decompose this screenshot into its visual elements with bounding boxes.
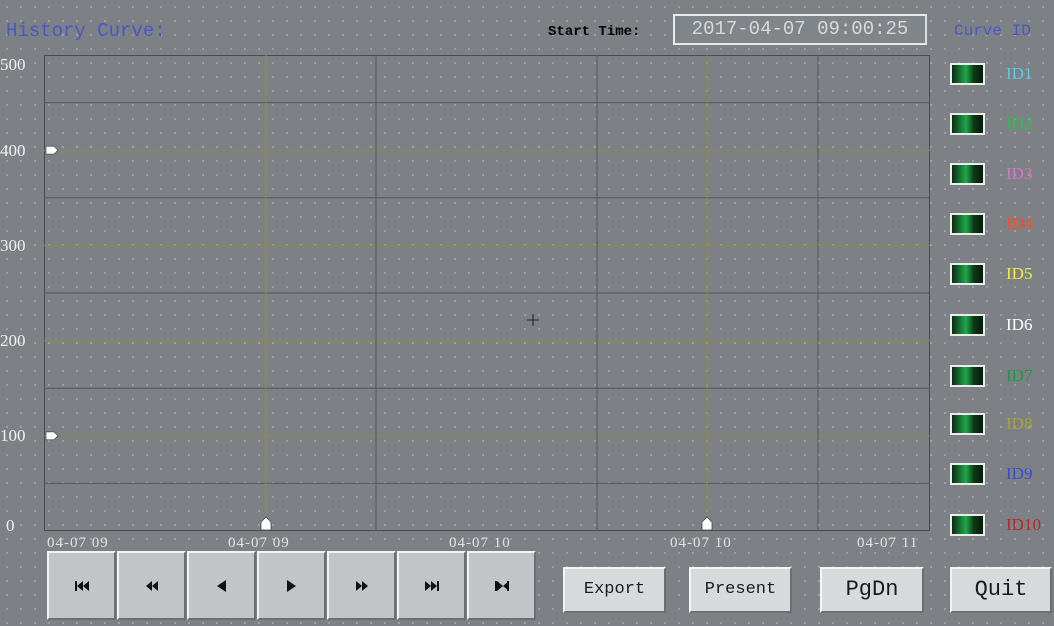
fast-forward-icon <box>355 580 368 591</box>
x-tick-label: 04-07 09 <box>228 535 290 551</box>
x-tick-label: 04-07 09 <box>47 535 109 551</box>
fast-forward-button[interactable] <box>327 551 396 620</box>
x-tick-label: 04-07 10 <box>670 535 732 551</box>
legend-label: ID9 <box>1006 464 1033 483</box>
legend-swatch <box>950 413 985 435</box>
legend-item[interactable]: ID4 <box>950 213 1050 235</box>
first-page-button[interactable] <box>47 551 116 620</box>
y-marker[interactable] <box>45 145 59 155</box>
legend-swatch <box>950 213 985 235</box>
fast-rewind-button[interactable] <box>117 551 186 620</box>
skip-end-button[interactable] <box>467 551 536 620</box>
last-page-button[interactable] <box>397 551 466 620</box>
legend-label: ID2 <box>1006 114 1033 133</box>
legend-swatch <box>950 365 985 387</box>
legend-label: ID8 <box>1006 414 1033 433</box>
step-back-icon <box>217 579 226 592</box>
y-marker[interactable] <box>45 431 59 441</box>
step-back-button[interactable] <box>187 551 256 620</box>
y-tick-label: 400 <box>0 141 26 160</box>
y-tick-label: 0 <box>6 516 15 535</box>
legend-swatch <box>950 263 985 285</box>
x-cursor-marker[interactable] <box>260 516 272 531</box>
legend-label: ID4 <box>1006 214 1033 233</box>
y-tick-label: 100 <box>0 426 26 445</box>
step-forward-button[interactable] <box>257 551 326 620</box>
legend-label: ID7 <box>1006 366 1033 385</box>
legend-label: ID6 <box>1006 315 1033 334</box>
legend-item[interactable]: ID8 <box>950 413 1050 435</box>
fast-rewind-icon <box>145 580 158 591</box>
legend-swatch <box>950 63 985 85</box>
last-icon <box>424 580 439 591</box>
y-tick-label: 200 <box>0 331 26 350</box>
legend-label: ID10 <box>1006 515 1041 534</box>
export-button[interactable]: Export <box>563 567 666 613</box>
legend-label: ID1 <box>1006 64 1033 83</box>
chart-grid <box>44 55 930 531</box>
first-icon <box>74 580 89 591</box>
quit-button[interactable]: Quit <box>950 567 1052 613</box>
legend-swatch <box>950 314 985 336</box>
legend-swatch <box>950 514 985 536</box>
legend-item[interactable]: ID5 <box>950 263 1050 285</box>
skip-end-icon <box>494 580 509 591</box>
legend-swatch <box>950 163 985 185</box>
x-tick-label: 04-07 11 <box>857 535 919 551</box>
y-tick-label: 300 <box>0 236 26 255</box>
legend-label: ID3 <box>1006 164 1033 183</box>
legend-item[interactable]: ID3 <box>950 163 1050 185</box>
legend-item[interactable]: ID6 <box>950 314 1050 336</box>
present-button[interactable]: Present <box>689 567 792 613</box>
legend-item[interactable]: ID2 <box>950 113 1050 135</box>
legend-item[interactable]: ID7 <box>950 365 1050 387</box>
legend-label: ID5 <box>1006 264 1033 283</box>
x-cursor-marker[interactable] <box>701 516 713 531</box>
legend-item[interactable]: ID10 <box>950 514 1050 536</box>
x-tick-label: 04-07 10 <box>449 535 511 551</box>
y-tick-label: 500 <box>0 55 26 74</box>
legend-item[interactable]: ID1 <box>950 63 1050 85</box>
step-forward-icon <box>287 579 296 592</box>
legend-swatch <box>950 113 985 135</box>
legend-swatch <box>950 463 985 485</box>
legend-item[interactable]: ID9 <box>950 463 1050 485</box>
pgdn-button[interactable]: PgDn <box>820 567 924 613</box>
